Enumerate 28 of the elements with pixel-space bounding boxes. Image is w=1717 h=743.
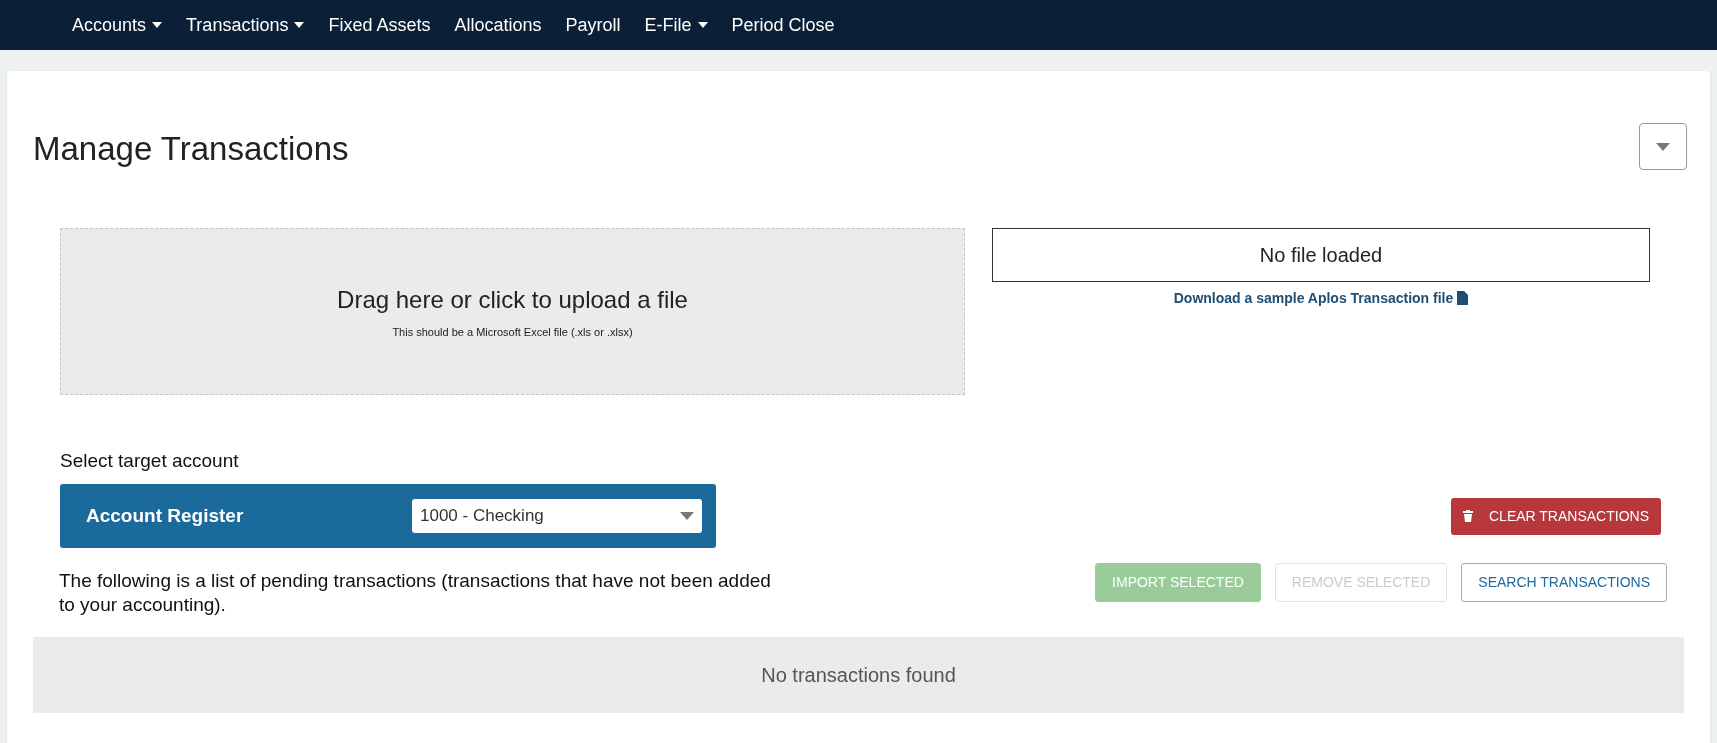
nav-link[interactable]: Period Close (731, 11, 835, 39)
caret-icon (697, 22, 708, 28)
caret-icon (680, 512, 694, 520)
nav-link[interactable]: Allocations (454, 11, 542, 39)
nav-link[interactable]: E-File (644, 11, 708, 39)
upload-drop-zone[interactable]: Drag here or click to upload a file This should be a Microsoft Excel file (.xls or .xlsx) (60, 227, 965, 395)
account-select[interactable]: 1000 - Checking (412, 499, 702, 533)
pending-description: The following is a list of pending transactions (transactions that have not been added to your accounting). (59, 569, 772, 617)
sample-file-link[interactable]: Download a sample Aplos Transaction file (1173, 287, 1469, 309)
select-target-label: Select target account (60, 448, 240, 473)
upload-heading: Drag here or click to upload a file (337, 284, 688, 315)
page-title: Manage Transactions (33, 129, 349, 169)
nav-link[interactable]: Fixed Assets (328, 11, 431, 39)
nav-link[interactable]: Transactions (186, 11, 305, 39)
caret-icon (1656, 142, 1670, 151)
clear-transactions-button[interactable]: CLEAR TRANSACTIONS (1451, 497, 1661, 535)
upload-hint: This should be a Microsoft Excel file (.xls or .xlsx) (392, 324, 633, 340)
caret-icon (152, 22, 163, 28)
nav-link[interactable]: Payroll (565, 11, 621, 39)
empty-message: No transactions found (761, 663, 956, 688)
action-button[interactable]: SEARCH TRANSACTIONS (1461, 563, 1667, 602)
account-register-label: Account Register (86, 503, 244, 528)
caret-icon (294, 22, 305, 28)
file-icon (1457, 291, 1469, 305)
trash-icon (1463, 510, 1473, 522)
file-status-box: No file loaded (992, 227, 1650, 282)
nav-link[interactable]: Accounts (72, 11, 163, 39)
options-dropdown-button[interactable] (1639, 123, 1687, 170)
